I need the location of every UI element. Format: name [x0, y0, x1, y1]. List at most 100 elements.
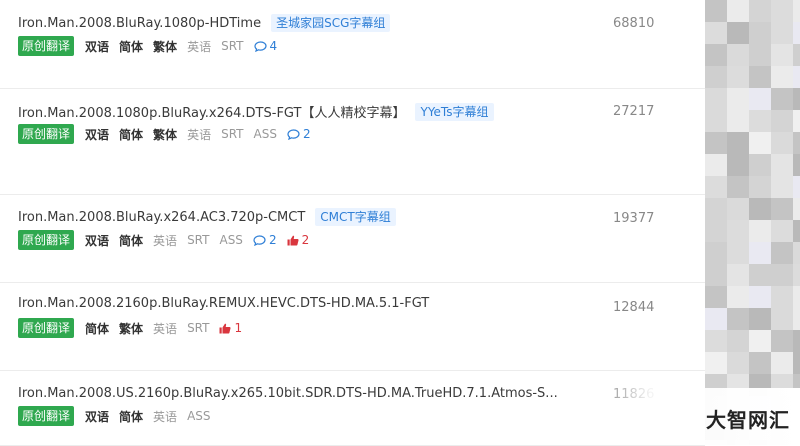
blur-pixel	[749, 132, 771, 154]
watermark: 大智网汇	[600, 388, 800, 445]
list-item[interactable]: Iron.Man.2008.1080p.BluRay.x264.DTS-FGT【…	[0, 88, 705, 195]
release-name-link[interactable]: Iron.Man.2008.BluRay.1080p-HDTime	[18, 16, 261, 31]
original-translation-badge: 原创翻译	[18, 230, 75, 250]
release-name-link[interactable]: Iron.Man.2008.1080p.BluRay.x264.DTS-FGT【…	[18, 102, 405, 121]
blur-pixel	[705, 110, 727, 132]
blur-pixel	[727, 220, 749, 242]
blur-pixel	[727, 264, 749, 286]
blur-pixel	[727, 132, 749, 154]
blur-pixel	[705, 198, 727, 220]
thumbs-up-icon	[219, 323, 232, 333]
blur-pixel	[771, 0, 793, 22]
blur-pixel	[727, 242, 749, 264]
blur-pixel	[793, 22, 800, 44]
blur-pixel	[771, 176, 793, 198]
format-tag: ASS	[253, 127, 277, 141]
blur-pixel	[749, 88, 771, 110]
language-tag: 英语	[187, 39, 212, 54]
release-tags: 原创翻译 双语 简体 英语 SRT ASS 2 2	[18, 230, 319, 250]
blur-pixel	[793, 242, 800, 264]
blur-pixel	[793, 132, 800, 154]
subtitle-group-tag[interactable]: CMCT字幕组	[315, 208, 396, 226]
comment-count[interactable]: 2	[287, 127, 311, 141]
release-title-line: Iron.Man.2008.BluRay.x264.AC3.720p-CMCT C…	[18, 208, 396, 226]
blur-pixel	[793, 330, 800, 352]
blur-pixel	[727, 308, 749, 330]
subtitle-group-tag[interactable]: YYeTs字幕组	[415, 102, 494, 121]
language-tag: 简体	[119, 409, 144, 424]
blur-pixel	[793, 88, 800, 110]
blur-pixel	[749, 264, 771, 286]
blur-pixel	[771, 330, 793, 352]
blur-pixel	[705, 132, 727, 154]
subtitle-group-tag[interactable]: 圣城家园SCG字幕组	[271, 14, 391, 32]
blur-pixel	[793, 308, 800, 330]
language-tag: 双语	[85, 127, 110, 142]
language-tag: 英语	[153, 321, 178, 336]
blur-pixel	[705, 286, 727, 308]
blur-pixel	[727, 110, 749, 132]
language-tag: 双语	[85, 233, 110, 248]
blur-pixel	[749, 330, 771, 352]
release-title-line: Iron.Man.2008.2160p.BluRay.REMUX.HEVC.DT…	[18, 296, 429, 311]
blur-pixel	[771, 132, 793, 154]
blur-pixel	[727, 44, 749, 66]
like-count[interactable]: 2	[287, 233, 309, 247]
format-tag: ASS	[219, 233, 243, 247]
blur-pixel	[727, 22, 749, 44]
blur-pixel	[793, 286, 800, 308]
language-tag: 简体	[85, 321, 110, 336]
list-item[interactable]: Iron.Man.2008.BluRay.x264.AC3.720p-CMCT C…	[0, 194, 705, 283]
like-count[interactable]: 1	[219, 321, 242, 335]
list-item[interactable]: Iron.Man.2008.2160p.BluRay.REMUX.HEVC.DT…	[0, 282, 705, 371]
thumbs-up-icon	[287, 235, 299, 245]
release-title-line: Iron.Man.2008.1080p.BluRay.x264.DTS-FGT【…	[18, 102, 494, 121]
blur-pixel	[727, 330, 749, 352]
language-tag: 简体	[119, 39, 144, 54]
blur-pixel	[771, 220, 793, 242]
blur-pixel	[727, 88, 749, 110]
original-translation-badge: 原创翻译	[18, 406, 75, 426]
download-count: 68810	[613, 16, 655, 31]
blur-pixel	[749, 308, 771, 330]
blur-pixel	[705, 22, 727, 44]
blur-pixel	[705, 66, 727, 88]
comment-count[interactable]: 4	[253, 39, 278, 53]
blur-pixel	[727, 352, 749, 374]
blur-pixel	[749, 198, 771, 220]
language-tag: 英语	[187, 127, 212, 142]
blur-pixel	[771, 66, 793, 88]
blur-pixel	[771, 308, 793, 330]
comment-count-value: 4	[269, 39, 278, 53]
language-tag: 英语	[153, 409, 178, 424]
blur-pixel	[705, 88, 727, 110]
blur-pixel	[705, 242, 727, 264]
blur-pixel	[793, 264, 800, 286]
blur-pixel	[749, 220, 771, 242]
blur-pixel	[771, 286, 793, 308]
blur-pixel	[705, 154, 727, 176]
blur-pixel	[749, 22, 771, 44]
blur-pixel	[727, 154, 749, 176]
release-name-link[interactable]: Iron.Man.2008.2160p.BluRay.REMUX.HEVC.DT…	[18, 296, 429, 311]
comment-count[interactable]: 2	[253, 233, 277, 247]
blur-pixel	[705, 352, 727, 374]
blur-pixel	[749, 286, 771, 308]
blurred-thumbnail-column	[705, 0, 800, 445]
blur-pixel	[749, 242, 771, 264]
format-tag: SRT	[187, 233, 210, 247]
blur-pixel	[705, 0, 727, 22]
release-name-link[interactable]: Iron.Man.2008.BluRay.x264.AC3.720p-CMCT	[18, 210, 305, 225]
blur-pixel	[793, 220, 800, 242]
release-tags: 原创翻译 双语 简体 英语 ASS	[18, 406, 221, 426]
original-translation-badge: 原创翻译	[18, 36, 75, 56]
release-tags: 原创翻译 简体 繁体 英语 SRT 1	[18, 318, 252, 338]
subtitle-list: Iron.Man.2008.BluRay.1080p-HDTime 圣城家园SCG…	[0, 0, 705, 446]
release-name-link[interactable]: Iron.Man.2008.US.2160p.BluRay.x265.10bit…	[18, 386, 558, 401]
comment-count-value: 2	[302, 127, 311, 141]
list-item[interactable]: Iron.Man.2008.BluRay.1080p-HDTime 圣城家园SCG…	[0, 0, 705, 89]
blur-pixel	[793, 352, 800, 374]
comment-icon	[253, 40, 267, 52]
download-count: 19377	[613, 211, 655, 226]
language-tag: 英语	[153, 233, 178, 248]
